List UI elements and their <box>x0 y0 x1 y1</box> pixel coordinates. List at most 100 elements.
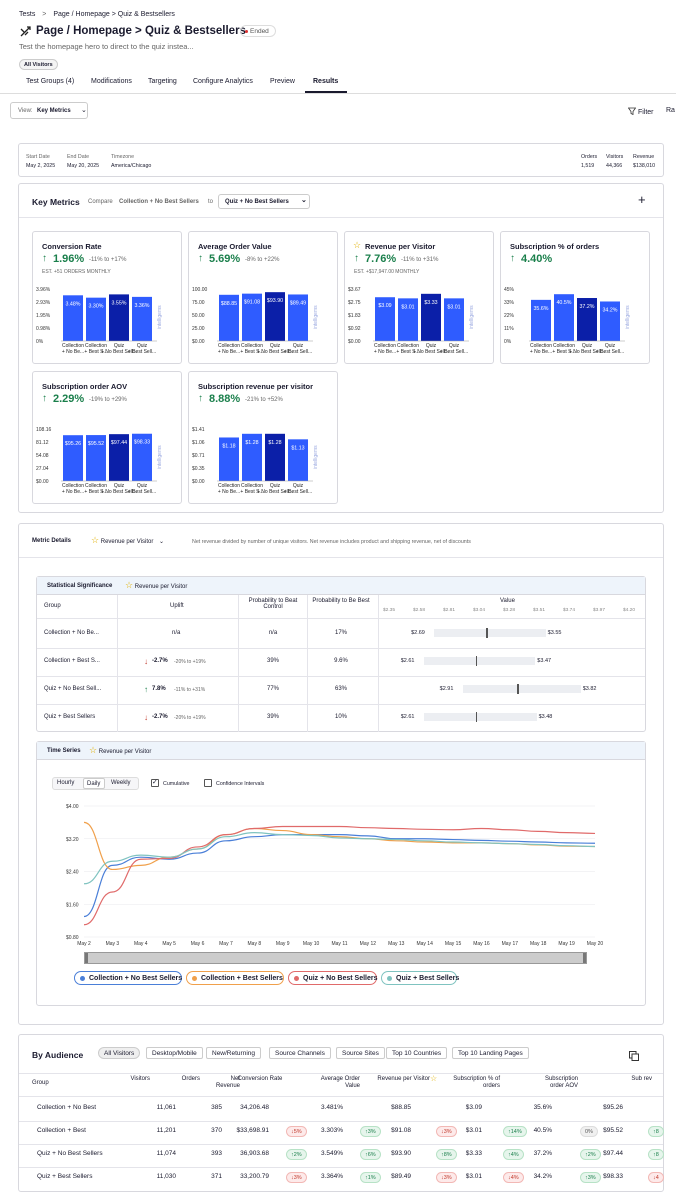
bar-value-label: 34.2% <box>602 307 617 313</box>
audience-tab-desktop-mobile[interactable]: Desktop/Mobile <box>146 1047 203 1059</box>
x-tick-label: May 14 <box>416 941 433 947</box>
range-handle-right[interactable] <box>583 953 586 963</box>
bar-value-label: 3.30% <box>88 304 103 310</box>
bar-value-label: $88.85 <box>221 301 237 307</box>
y-tick-label: $2.75 <box>348 300 361 306</box>
y-tick-label: $0.00 <box>348 339 361 345</box>
bar-category-label: + Best Sell... <box>128 349 156 355</box>
tab-configure-analytics[interactable]: Configure Analytics <box>193 78 253 85</box>
bar-value-label: $1.28 <box>268 440 281 446</box>
y-tick-label: $0.71 <box>192 453 205 459</box>
y-tick-label: 50.00 <box>192 313 205 319</box>
bar-category-label: + No Be... <box>218 349 240 355</box>
y-tick-label: 2.93% <box>36 300 51 306</box>
bar-value-label: $1.13 <box>291 445 304 451</box>
audience-row-orders: 385 <box>211 1104 222 1111</box>
bar-value-label: $1.18 <box>222 443 235 449</box>
legend-label: Collection + No Best Sellers <box>89 975 183 982</box>
by-audience-title: By Audience <box>32 1050 84 1060</box>
metric-card[interactable]: Conversion Rate ↑ 1.96% -11% to +17% EST. +5… <box>32 231 182 364</box>
audience-row-subscription-aov: $98.33 <box>603 1173 623 1180</box>
metric-card[interactable]: Average Order Value ↑ 5.69% -8% to +22% 100.… <box>188 231 338 364</box>
x-tick-label: May 8 <box>248 941 262 947</box>
legend-color-dot <box>387 976 392 981</box>
uplift-badge-value: 8 <box>655 1152 659 1158</box>
bar-value-label: $1.28 <box>245 440 258 446</box>
y-tick-label: 0% <box>504 339 512 345</box>
bar-category-label: + No Be... <box>218 489 240 495</box>
x-tick-label: May 2 <box>77 941 91 947</box>
audience-header: Subscription % of orders <box>453 1076 500 1089</box>
audience-row-group: Collection + No Best <box>37 1104 97 1111</box>
audience-row-subscription-share: 35.6% <box>533 1104 552 1111</box>
uplift-badge-value: 3% <box>293 1175 302 1181</box>
x-tick-label: May 12 <box>360 941 377 947</box>
y-tick-label: $0.00 <box>36 479 49 485</box>
bar-category-label: + Best Sell... <box>596 349 624 355</box>
audience-row-conversion-rate: 3.549% <box>320 1150 343 1157</box>
audience-row-revenue-per-visitor: $3.01 <box>465 1127 482 1134</box>
audience-header: Conversion Rate <box>237 1076 283 1082</box>
tab-results[interactable]: Results <box>313 78 338 85</box>
audience-row-visitors: 11,201 <box>156 1127 176 1134</box>
y-tick-label: 11% <box>504 326 514 332</box>
audience-header: Group <box>32 1080 49 1086</box>
x-tick-label: May 13 <box>388 941 405 947</box>
legend-label: Quiz + Best Sellers <box>396 975 460 982</box>
audience-row-group: Quiz + No Best Sellers <box>37 1150 103 1157</box>
range-handle-left[interactable] <box>85 953 88 963</box>
y-tick-label: 3.96% <box>36 287 51 293</box>
metric-bar-chart: 100.0075.0050.0025.00$0.00$88.85Collecti… <box>192 287 319 355</box>
audience-row-average-order-value: $91.08 <box>391 1127 411 1134</box>
metric-card[interactable]: Subscription revenue per visitor ↑ 8.88% -2… <box>188 371 338 504</box>
x-tick-label: May 9 <box>276 941 290 947</box>
watermark-logo: intelligems <box>157 305 163 329</box>
tab-modifications[interactable]: Modifications <box>91 78 132 85</box>
copy-icon[interactable] <box>629 1048 639 1061</box>
audience-tab-top-10-landing-pages[interactable]: Top 10 Landing Pages <box>452 1047 529 1059</box>
table-row-divider <box>19 1167 663 1168</box>
y-tick-label: $1.41 <box>192 427 205 433</box>
table-row-divider <box>19 1121 663 1122</box>
legend-item[interactable]: Collection + No Best Sellers <box>74 971 182 985</box>
metric-bar-chart: 108.1681.1254.0827.04$0.00$95.26Collecti… <box>36 427 163 495</box>
star-icon: ☆ <box>430 1074 438 1083</box>
metric-bar-chart: 45%33%22%11%0%35.6%Collection+ No Be...4… <box>504 287 631 355</box>
bar-value-label: 3.36% <box>134 303 149 309</box>
tab-test-groups-4-[interactable]: Test Groups (4) <box>26 78 74 85</box>
audience-row-group: Quiz + Best Sellers <box>37 1173 93 1180</box>
audience-row-revenue-per-visitor: $3.01 <box>465 1173 482 1180</box>
y-tick-label: $2.40 <box>66 870 79 876</box>
audience-row-subscription-share: 40.5% <box>533 1127 552 1134</box>
x-tick-label: May 5 <box>162 941 176 947</box>
bar-value-label: $91.08 <box>244 300 260 306</box>
metric-bar-chart: 3.96%2.93%1.95%0.98%0%3.48%Collection+ N… <box>36 287 163 355</box>
bar-value-label: 3.48% <box>65 301 80 307</box>
audience-tab-source-sites[interactable]: Source Sites <box>336 1047 385 1059</box>
tab-targeting[interactable]: Targeting <box>148 78 177 85</box>
uplift-badge-value: 8 <box>655 1129 659 1135</box>
audience-row-net-revenue: $33,698.91 <box>236 1127 269 1134</box>
uplift-badge-value: 5% <box>293 1129 302 1135</box>
audience-row-orders: 393 <box>211 1150 222 1157</box>
audience-tab-new-returning[interactable]: New/Returning <box>206 1047 261 1059</box>
audience-row-average-order-value: $89.49 <box>391 1173 411 1180</box>
audience-header: Subscription order AOV <box>544 1076 578 1089</box>
legend-item[interactable]: Quiz + No Best Sellers <box>288 971 378 985</box>
range-scrollbar[interactable] <box>84 952 587 964</box>
audience-tab-top-10-countries[interactable]: Top 10 Countries <box>386 1047 448 1059</box>
audience-tab-source-channels[interactable]: Source Channels <box>269 1047 331 1059</box>
legend-item[interactable]: Quiz + Best Sellers <box>381 971 460 985</box>
tab-preview[interactable]: Preview <box>270 78 295 85</box>
audience-tab-all-visitors[interactable]: All Visitors <box>98 1047 141 1059</box>
series-line[interactable] <box>83 821 596 871</box>
legend-item[interactable]: Collection + Best Sellers <box>186 971 284 985</box>
x-tick-label: May 19 <box>558 941 575 947</box>
metric-card[interactable]: Subscription % of orders ↑ 4.40% 45% 33% 22% 1… <box>500 231 650 364</box>
y-tick-label: 81.12 <box>36 440 49 446</box>
audience-row-net-revenue: 36,903.68 <box>240 1150 269 1157</box>
metric-card[interactable]: ☆ Revenue per Visitor ↑ 7.76% -11% to +31% ES… <box>344 231 494 364</box>
metric-card[interactable]: Subscription order AOV ↑ 2.29% -19% to +29%… <box>32 371 182 504</box>
y-tick-label: 0.98% <box>36 326 51 332</box>
y-tick-label: 22% <box>504 313 515 319</box>
